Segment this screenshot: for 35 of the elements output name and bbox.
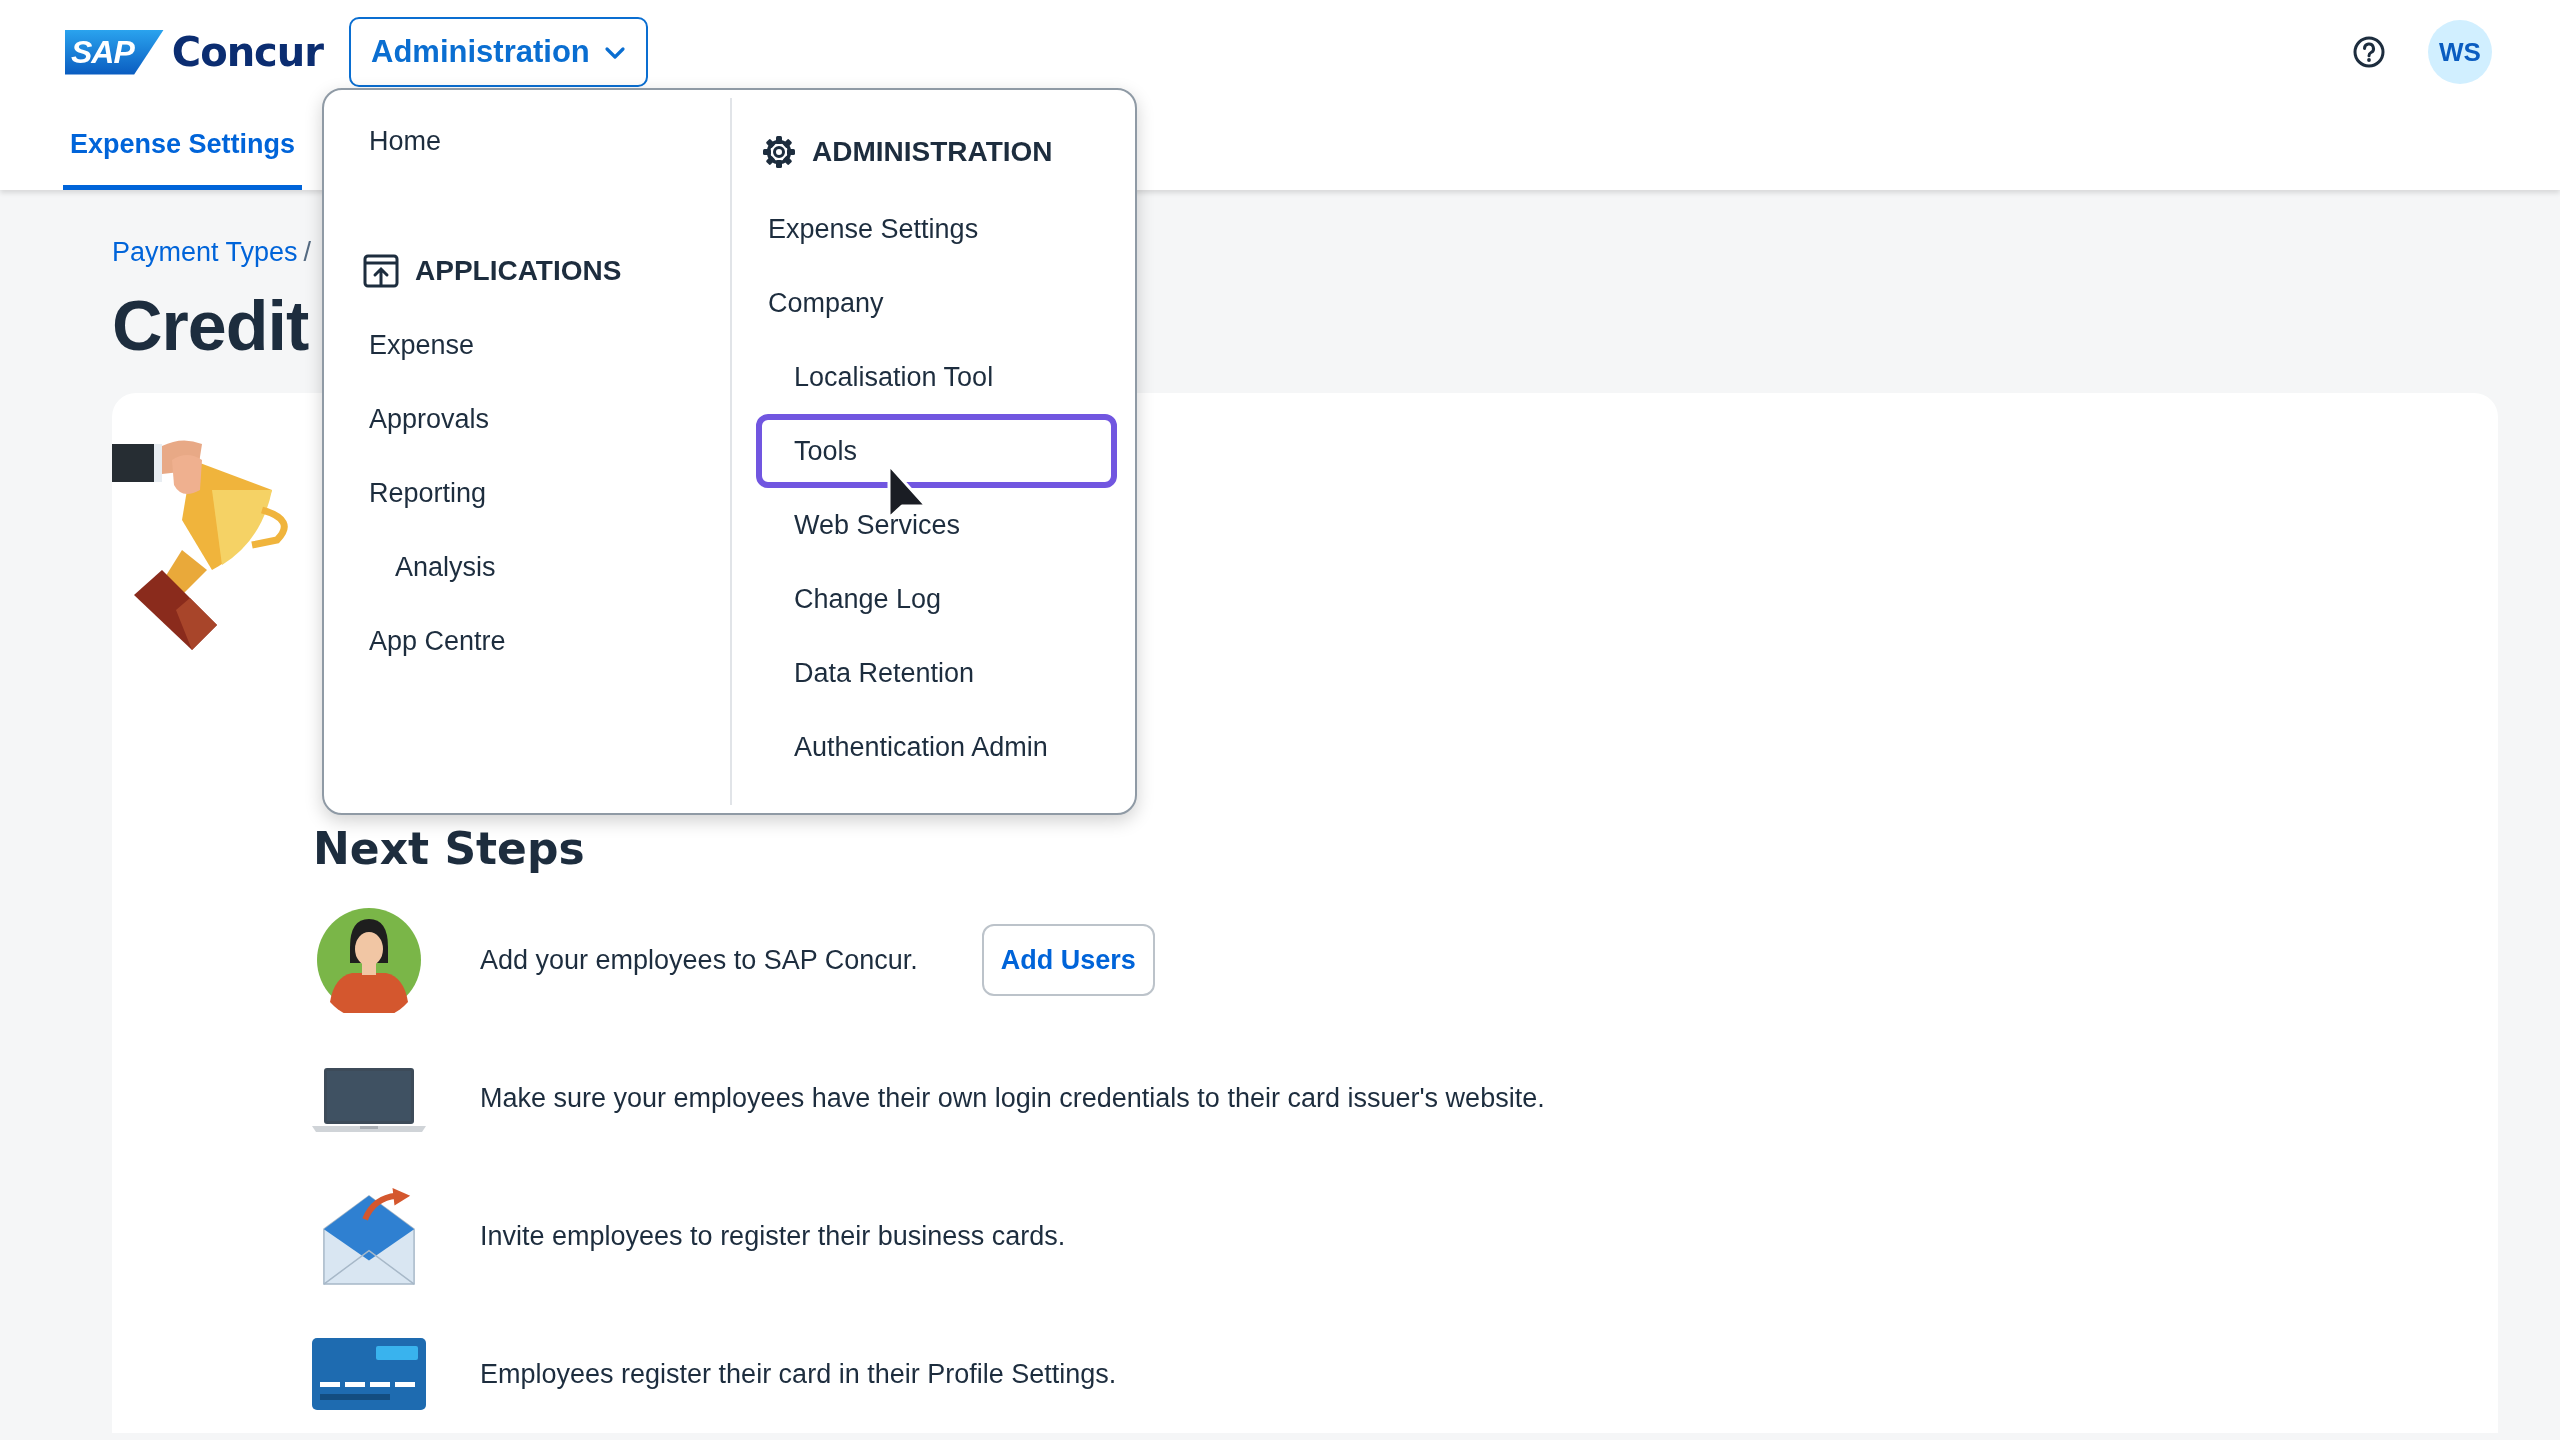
breadcrumb-link[interactable]: Payment Types <box>112 236 298 268</box>
add-users-button[interactable]: Add Users <box>981 924 1155 996</box>
tab[interactable]: Expense Settings <box>63 104 303 190</box>
section-heading: APPLICATIONS <box>415 255 622 287</box>
menu-item[interactable]: Data Retention <box>756 636 1117 710</box>
breadcrumb-separator: / <box>303 236 312 268</box>
menu-item[interactable]: Localisation Tool <box>756 340 1117 414</box>
menu-item[interactable]: Tools <box>756 414 1117 488</box>
logo-badge: SAP <box>65 29 164 75</box>
user-avatar[interactable]: WS <box>2428 20 2492 84</box>
step-text: Add your employees to SAP Concur. <box>480 944 918 976</box>
applications-icon <box>363 254 399 288</box>
settings-icon <box>762 135 796 169</box>
menu-item[interactable]: Web Services <box>756 488 1117 562</box>
help-icon[interactable] <box>2352 35 2386 69</box>
menu-item[interactable]: Expense <box>357 308 712 382</box>
menu-item[interactable]: Authentication Admin <box>756 710 1117 784</box>
logo-text: Concur <box>171 29 324 75</box>
menu-item[interactable]: Home <box>357 104 712 178</box>
section-title: Next Steps <box>313 822 586 876</box>
menu-item[interactable]: Company <box>756 266 1117 340</box>
menu-item[interactable]: Change Log <box>756 562 1117 636</box>
menu-item[interactable]: Expense Settings <box>756 192 1117 266</box>
step-text: Make sure your employees have their own login credentials to their card issuer's website. <box>480 1082 1545 1114</box>
step-text: Employees register their card in their Profile Settings. <box>480 1358 1117 1390</box>
administration-menu-button[interactable]: Administration <box>349 17 648 87</box>
person-icon <box>316 907 422 1013</box>
step-text: Invite employees to register their business cards. <box>480 1220 1066 1252</box>
credit-card-icon <box>312 1338 426 1410</box>
page-title: Credit <box>112 286 309 366</box>
menu-item[interactable]: Analysis <box>357 530 712 604</box>
menu-item[interactable]: Approvals <box>357 382 712 456</box>
section-heading: ADMINISTRATION <box>812 136 1053 168</box>
menu-item[interactable]: Reporting <box>357 456 712 530</box>
menu-item[interactable]: App Centre <box>357 604 712 678</box>
